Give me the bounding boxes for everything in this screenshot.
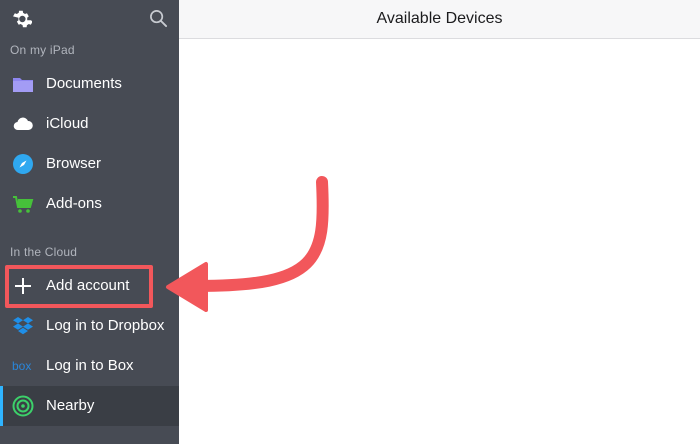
sidebar-item-browser[interactable]: Browser	[0, 144, 179, 184]
sidebar-toolbar	[0, 0, 179, 38]
sidebar-item-nearby[interactable]: Nearby	[0, 386, 179, 426]
gear-icon[interactable]	[10, 8, 32, 30]
section-label-local: On my iPad	[10, 43, 75, 57]
sidebar-item-label: Nearby	[46, 397, 95, 414]
sidebar-item-label: Log in to Dropbox	[46, 317, 165, 334]
folder-icon	[13, 78, 33, 92]
search-icon[interactable]	[149, 9, 168, 28]
sidebar-item-documents[interactable]: Documents	[0, 64, 179, 104]
sidebar-item-label: Log in to Box	[46, 357, 134, 374]
box-logo-icon: box	[12, 359, 31, 373]
page-title: Available Devices	[376, 10, 503, 27]
main-header: Available Devices	[179, 0, 700, 39]
svg-text:box: box	[12, 359, 31, 373]
radar-icon	[12, 395, 34, 417]
cart-icon	[13, 196, 34, 213]
compass-icon	[13, 154, 33, 174]
sidebar-item-add-ons[interactable]: Add-ons	[0, 184, 179, 224]
sidebar-item-label: Browser	[46, 155, 102, 172]
sidebar-item-dropbox[interactable]: Log in to Dropbox	[0, 306, 179, 346]
section-label-cloud: In the Cloud	[10, 245, 78, 259]
sidebar-item-icloud[interactable]: iCloud	[0, 104, 179, 144]
cloud-icon	[13, 117, 33, 131]
dropbox-icon	[13, 317, 33, 335]
sidebar: On my iPad Documents iCloud Browser Add-…	[0, 0, 179, 444]
sidebar-item-label: Add-ons	[46, 195, 102, 212]
main-panel: Available Devices	[179, 0, 700, 444]
sidebar-item-label: Documents	[46, 75, 122, 92]
sidebar-item-label: iCloud	[46, 115, 89, 132]
annotation-highlight-box	[5, 265, 153, 308]
sidebar-item-box[interactable]: box Log in to Box	[0, 346, 179, 386]
